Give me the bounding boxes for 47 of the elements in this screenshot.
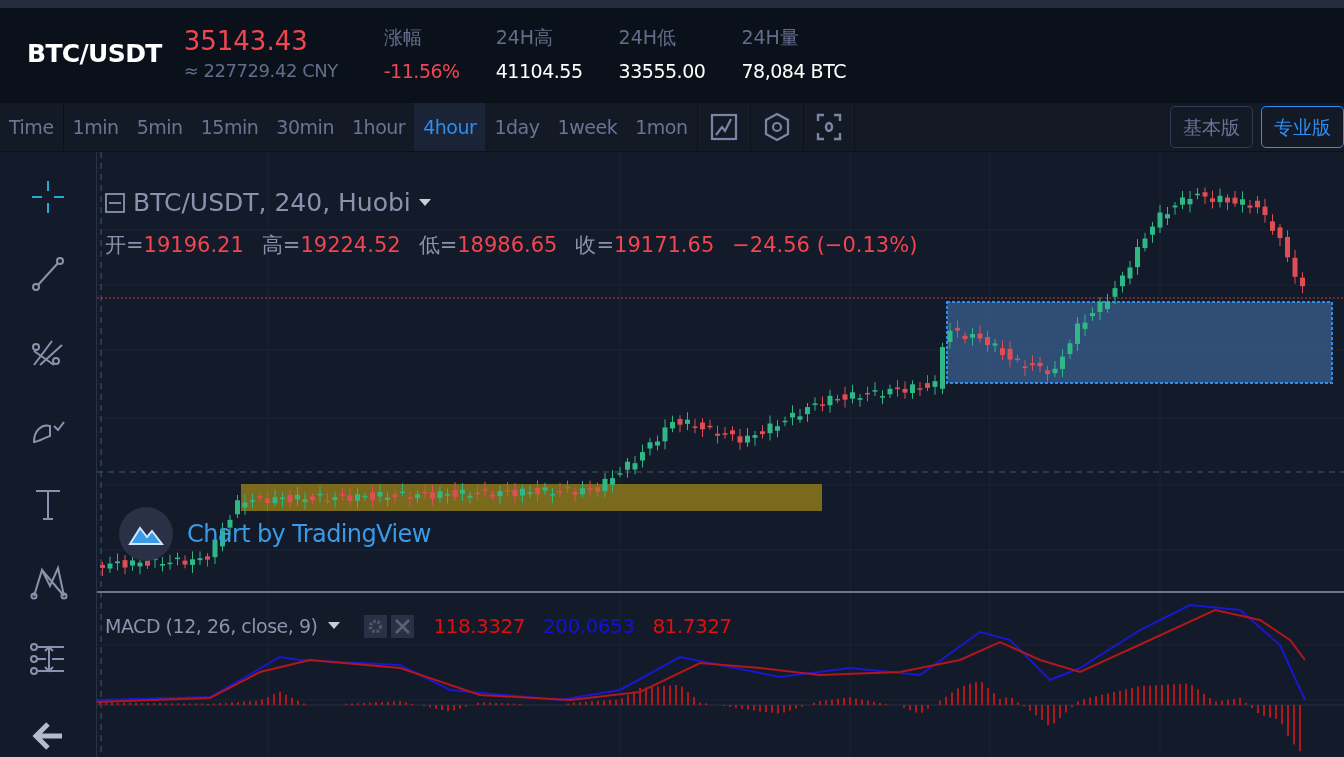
last-price: 35143.43: [183, 24, 309, 57]
interval-tab[interactable]: 5min: [127, 103, 192, 151]
macd-value: 81.7327: [652, 613, 732, 640]
ohlc-value: 19196.21: [143, 231, 244, 259]
interval-tab[interactable]: 1day: [485, 103, 549, 151]
collapse-icon[interactable]: [105, 192, 125, 213]
macd-value: 200.0653: [542, 613, 635, 640]
selection-rectangle[interactable]: [946, 301, 1333, 384]
ohlc-value: 19171.65: [614, 231, 715, 259]
stat-value: 41104.55: [495, 59, 583, 84]
ohlc-value: 18986.65: [457, 231, 558, 259]
cny-price: ≈ 227729.42 CNY: [183, 58, 339, 83]
stat-label: 24H低: [618, 24, 677, 50]
close-icon[interactable]: [390, 614, 414, 638]
settings-icon[interactable]: [363, 614, 387, 638]
pair-name: BTC/USDT: [27, 38, 162, 70]
caret-icon[interactable]: [418, 198, 431, 207]
tradingview-logo-icon: [119, 507, 173, 561]
ohlc-label: 低=: [418, 231, 458, 259]
stat-label: 24H高: [495, 24, 555, 50]
ohlc-label: 高=: [261, 231, 301, 259]
ohlc-label: 开=: [105, 231, 144, 259]
interval-tab[interactable]: 1mon: [626, 103, 697, 151]
interval-tab[interactable]: 4hour: [414, 103, 486, 151]
stat-value: 33555.00: [618, 59, 706, 84]
stat-value: -11.56%: [383, 59, 460, 84]
stat-value: 78,084 BTC: [741, 59, 846, 84]
macd-value: 118.3327: [433, 613, 525, 640]
version-button[interactable]: 基本版: [1170, 106, 1253, 148]
interval-tab[interactable]: 1hour: [342, 103, 415, 151]
settings-icon[interactable]: [762, 112, 791, 142]
stat-label: 24H量: [741, 24, 800, 50]
interval-tab[interactable]: 1min: [63, 103, 128, 151]
ohlc-value: 19224.52: [300, 231, 401, 259]
version-button[interactable]: 专业版: [1261, 106, 1344, 148]
stat-label: 涨幅: [383, 24, 423, 50]
caret-icon[interactable]: [327, 622, 340, 630]
chart-type-icon[interactable]: [709, 113, 738, 141]
chart-legend: BTC/USDT, 240, Huobi: [133, 184, 411, 222]
interval-tab[interactable]: 30min: [267, 103, 343, 151]
price-change: −24.56 (−0.13%): [732, 231, 918, 259]
interval-tab[interactable]: 1week: [548, 103, 627, 151]
macd-legend: MACD (12, 26, close, 9): [105, 611, 318, 641]
ohlc-label: 收=: [575, 231, 615, 259]
interval-tab[interactable]: Time: [0, 103, 64, 151]
screenshot-icon[interactable]: [815, 113, 842, 141]
interval-tab[interactable]: 15min: [191, 103, 268, 151]
